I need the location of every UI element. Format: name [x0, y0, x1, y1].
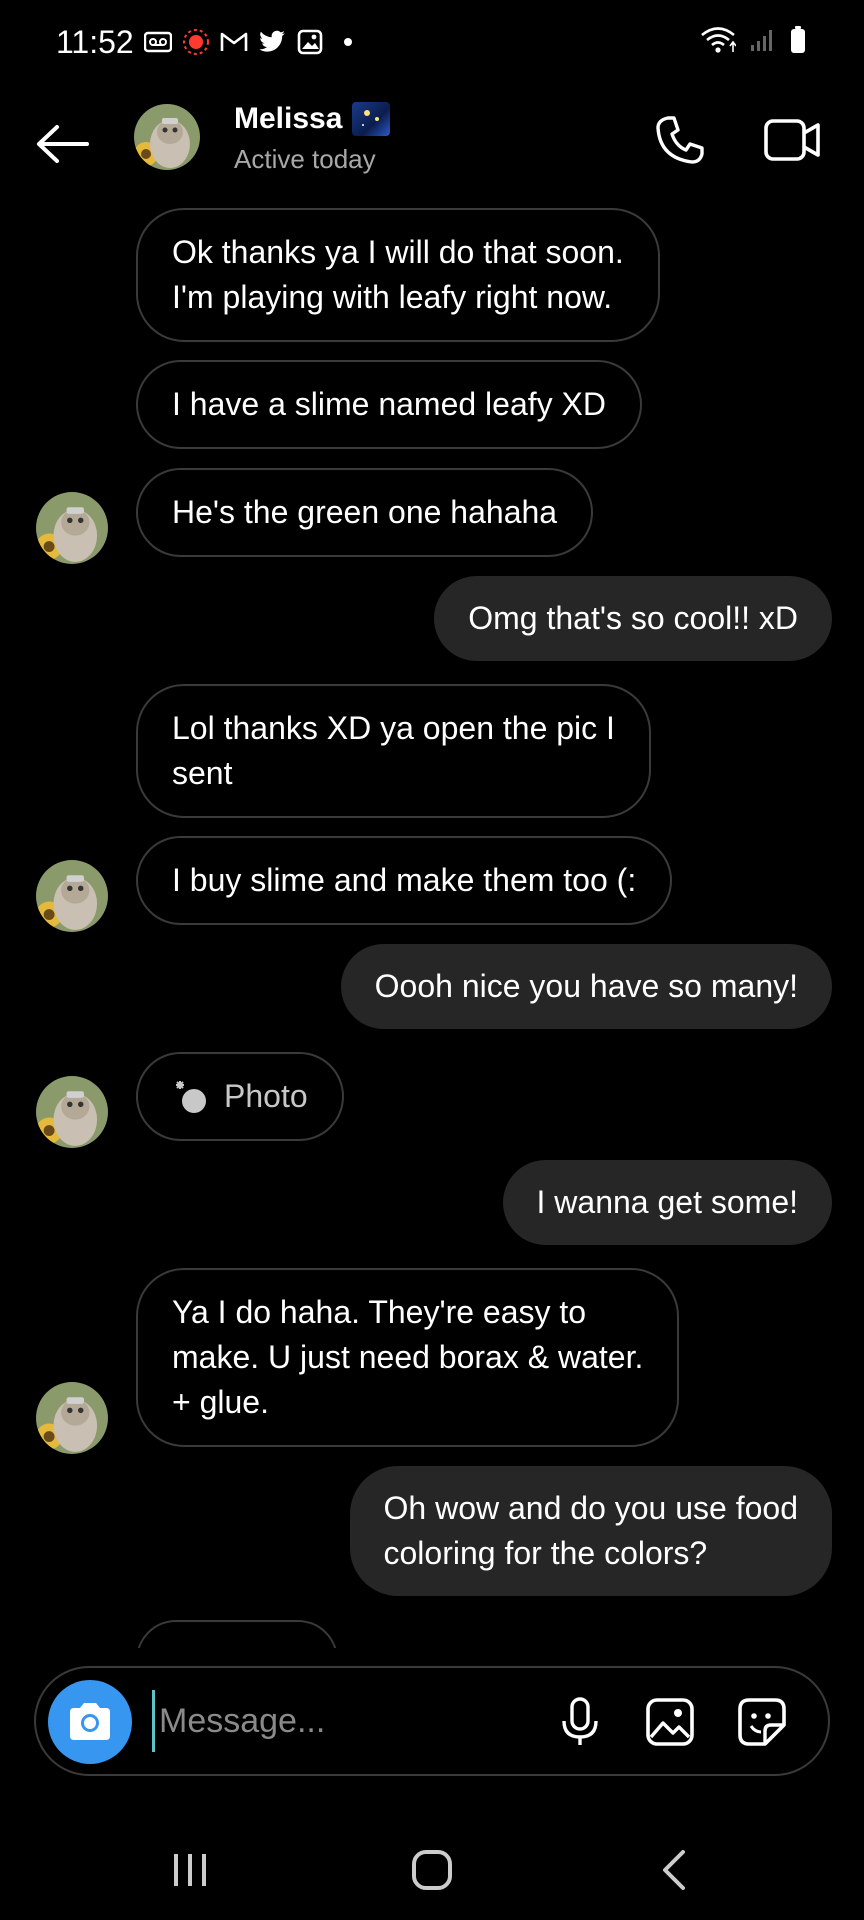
message-outgoing[interactable]: Oooh nice you have so many!: [340, 944, 832, 1029]
message-incoming[interactable]: Ok thanks ya I will do that soon. I'm pl…: [136, 208, 660, 342]
sticker-button[interactable]: [734, 1694, 790, 1750]
message-composer: [34, 1666, 830, 1776]
message-incoming-partial[interactable]: [136, 1620, 338, 1648]
home-icon: [412, 1850, 452, 1890]
camera-icon: [70, 1703, 110, 1740]
message-outgoing[interactable]: Oh wow and do you use food coloring for …: [349, 1466, 832, 1596]
sender-avatar[interactable]: [36, 1076, 108, 1148]
camera-button[interactable]: [48, 1680, 132, 1764]
recent-apps-button[interactable]: [150, 1840, 230, 1900]
sender-avatar[interactable]: [36, 860, 108, 932]
gallery-button[interactable]: [642, 1694, 698, 1750]
chat-screen: 11:52 Melissa Active today Ok thanks ya …: [0, 0, 864, 1920]
message-outgoing[interactable]: I wanna get some!: [502, 1160, 832, 1245]
nav-back-button[interactable]: [634, 1840, 714, 1900]
home-button[interactable]: [392, 1840, 472, 1900]
message-incoming[interactable]: Lol thanks XD ya open the pic I sent: [136, 684, 651, 818]
microphone-icon: [562, 1697, 598, 1745]
message-outgoing[interactable]: Omg that's so cool!! xD: [434, 576, 832, 661]
sticker-icon: [738, 1698, 786, 1746]
image-icon: [646, 1698, 694, 1746]
message-incoming[interactable]: He's the green one hahaha: [136, 468, 594, 557]
message-input[interactable]: [152, 1690, 552, 1752]
message-incoming[interactable]: Ya I do haha. They're easy to make. U ju…: [136, 1268, 680, 1447]
sender-avatar[interactable]: [36, 492, 108, 564]
photo-viewed-icon: [176, 1080, 206, 1113]
sender-avatar[interactable]: [36, 1382, 108, 1454]
message-incoming[interactable]: I buy slime and make them too (:: [136, 836, 673, 925]
recent-apps-icon: [174, 1854, 206, 1886]
system-navigation-bar: [0, 1820, 864, 1920]
photo-message[interactable]: Photo: [136, 1052, 344, 1141]
message-thread[interactable]: Ok thanks ya I will do that soon. I'm pl…: [0, 0, 864, 1648]
back-icon: [663, 1850, 685, 1890]
voice-message-button[interactable]: [552, 1694, 608, 1750]
message-incoming[interactable]: I have a slime named leafy XD: [136, 360, 642, 449]
